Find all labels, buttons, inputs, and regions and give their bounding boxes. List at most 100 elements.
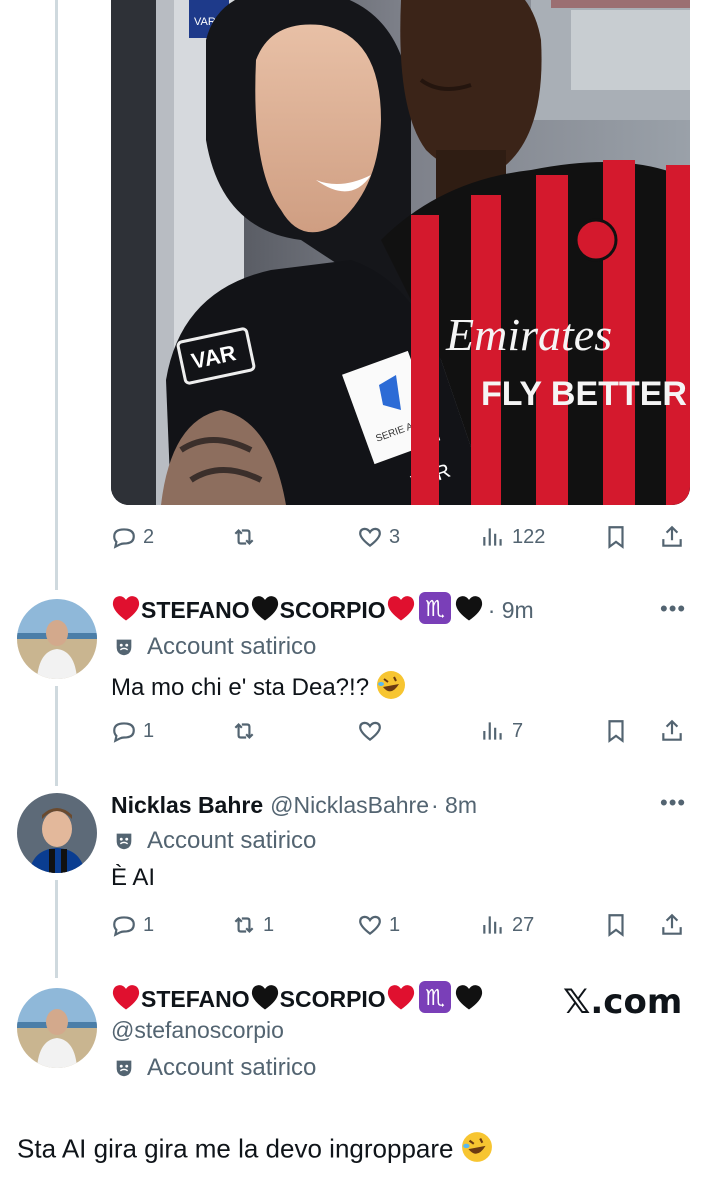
reply-icon bbox=[113, 916, 135, 937]
like-button[interactable]: 1 bbox=[357, 907, 400, 943]
tweet-header: STEFANO SCORPIO ♏ bbox=[111, 980, 484, 1018]
views-count: 27 bbox=[512, 913, 535, 936]
user-handle[interactable]: @stefanoscorpio bbox=[111, 1017, 284, 1044]
tweet-actions: 1 7 bbox=[111, 713, 690, 749]
display-name-part[interactable]: STEFANO bbox=[141, 986, 250, 1013]
tweet-text: È AI bbox=[111, 864, 155, 892]
reply-button[interactable]: 1 bbox=[111, 713, 154, 749]
photo-illustration: VAR Ro VAR SERIE A VAR Emirat bbox=[111, 0, 690, 505]
tweet-actions: 1 1 1 27 bbox=[111, 907, 690, 943]
svg-text:♏: ♏ bbox=[425, 597, 445, 622]
display-name-part[interactable]: SCORPIO bbox=[280, 597, 386, 624]
retweet-button[interactable] bbox=[231, 519, 263, 555]
black-heart-icon bbox=[250, 594, 280, 627]
share-button[interactable] bbox=[659, 907, 685, 943]
tweet-timestamp[interactable]: · 9m bbox=[488, 597, 534, 624]
black-heart-icon bbox=[250, 983, 280, 1016]
tweet-text: Sta AI gira gira me la devo ingroppare bbox=[17, 1131, 493, 1170]
views-icon bbox=[483, 722, 502, 740]
reply-count: 2 bbox=[143, 525, 155, 548]
reply-button[interactable]: 2 bbox=[111, 519, 154, 555]
tweet-header: Nicklas Bahre @NicklasBahre · 8m bbox=[111, 788, 477, 822]
retweet-icon bbox=[234, 916, 254, 934]
avatar-photo bbox=[17, 793, 97, 873]
theater-mask-icon bbox=[116, 1060, 132, 1077]
tweet-text-content: Sta AI gira gira me la devo ingroppare bbox=[17, 1133, 454, 1164]
views-button[interactable]: 122 bbox=[480, 519, 545, 555]
avatar[interactable] bbox=[17, 988, 97, 1068]
bookmark-button[interactable] bbox=[603, 713, 629, 749]
share-icon bbox=[662, 913, 682, 935]
avatar[interactable] bbox=[17, 599, 97, 679]
like-count: 1 bbox=[389, 913, 401, 936]
bookmark-icon bbox=[608, 526, 624, 549]
like-count: 3 bbox=[389, 525, 401, 548]
retweet-icon bbox=[234, 722, 254, 740]
user-handle[interactable]: @NicklasBahre bbox=[270, 792, 429, 819]
share-button[interactable] bbox=[659, 713, 685, 749]
thread-line bbox=[55, 880, 58, 978]
scorpio-sign-icon: ♏ bbox=[418, 980, 451, 1018]
views-button[interactable]: 7 bbox=[480, 713, 523, 749]
display-name[interactable]: Nicklas Bahre bbox=[111, 792, 263, 819]
views-count: 7 bbox=[512, 719, 524, 742]
red-heart-icon bbox=[111, 594, 141, 627]
views-button[interactable]: 27 bbox=[480, 907, 534, 943]
display-name-part[interactable]: STEFANO bbox=[141, 597, 250, 624]
bookmark-button[interactable] bbox=[603, 519, 629, 555]
tweet-timestamp[interactable]: · 8m bbox=[431, 792, 477, 819]
more-options-button[interactable]: ••• bbox=[660, 790, 686, 816]
black-heart-icon bbox=[454, 983, 484, 1016]
like-button[interactable] bbox=[357, 713, 389, 749]
scorpio-sign-icon: ♏ bbox=[418, 591, 451, 629]
views-icon bbox=[483, 916, 502, 934]
display-name-part[interactable]: SCORPIO bbox=[280, 986, 386, 1013]
theater-mask-icon bbox=[116, 833, 132, 850]
tweet-text: Ma mo chi e' sta Dea?!? bbox=[111, 670, 406, 707]
satire-label-text: Account satirico bbox=[147, 1054, 317, 1081]
share-icon bbox=[662, 719, 682, 741]
avatar[interactable] bbox=[17, 793, 97, 873]
heart-icon bbox=[359, 915, 381, 936]
views-count: 122 bbox=[512, 525, 546, 548]
bookmark-icon bbox=[608, 914, 624, 937]
reply-icon bbox=[113, 528, 135, 549]
tweet-photo[interactable]: VAR Ro VAR SERIE A VAR Emirat bbox=[111, 0, 690, 505]
reply-count: 1 bbox=[143, 719, 155, 742]
reply-count: 1 bbox=[143, 913, 155, 936]
views-icon bbox=[483, 528, 502, 546]
satire-label: Account satirico bbox=[113, 633, 316, 661]
avatar-photo bbox=[17, 988, 97, 1068]
satire-label-text: Account satirico bbox=[147, 633, 317, 660]
rolling-laughing-emoji bbox=[461, 1131, 493, 1170]
tweet-actions: 2 3 122 bbox=[111, 519, 690, 555]
x-com-watermark: 𝕏.com bbox=[563, 982, 683, 1022]
svg-text:♏: ♏ bbox=[425, 986, 445, 1011]
red-heart-icon bbox=[386, 983, 416, 1016]
reply-icon bbox=[113, 722, 135, 743]
satire-label: Account satirico bbox=[113, 1054, 316, 1082]
rolling-laughing-emoji bbox=[376, 670, 406, 707]
thread-line bbox=[55, 686, 58, 786]
bookmark-button[interactable] bbox=[603, 907, 629, 943]
retweet-count: 1 bbox=[263, 913, 275, 936]
reply-button[interactable]: 1 bbox=[111, 907, 154, 943]
more-options-button[interactable]: ••• bbox=[660, 596, 686, 622]
tweet-text-content: È AI bbox=[111, 864, 156, 891]
retweet-button[interactable] bbox=[231, 713, 263, 749]
thread-line bbox=[55, 0, 58, 590]
heart-icon bbox=[359, 721, 381, 742]
red-heart-icon bbox=[386, 594, 416, 627]
jersey-brand-text: Emirates bbox=[445, 309, 612, 360]
jersey-slogan-text: FLY BETTER bbox=[481, 375, 687, 413]
tweet-header: STEFANO SCORPIO ♏ · 9m bbox=[111, 591, 534, 629]
share-button[interactable] bbox=[659, 519, 685, 555]
satire-label-text: Account satirico bbox=[147, 827, 317, 854]
theater-mask-icon bbox=[116, 639, 132, 656]
satire-label: Account satirico bbox=[113, 827, 316, 855]
black-heart-icon bbox=[454, 594, 484, 627]
bookmark-icon bbox=[608, 720, 624, 743]
like-button[interactable]: 3 bbox=[357, 519, 400, 555]
tweet-text-content: Ma mo chi e' sta Dea?!? bbox=[111, 673, 370, 701]
retweet-button[interactable]: 1 bbox=[231, 907, 274, 943]
